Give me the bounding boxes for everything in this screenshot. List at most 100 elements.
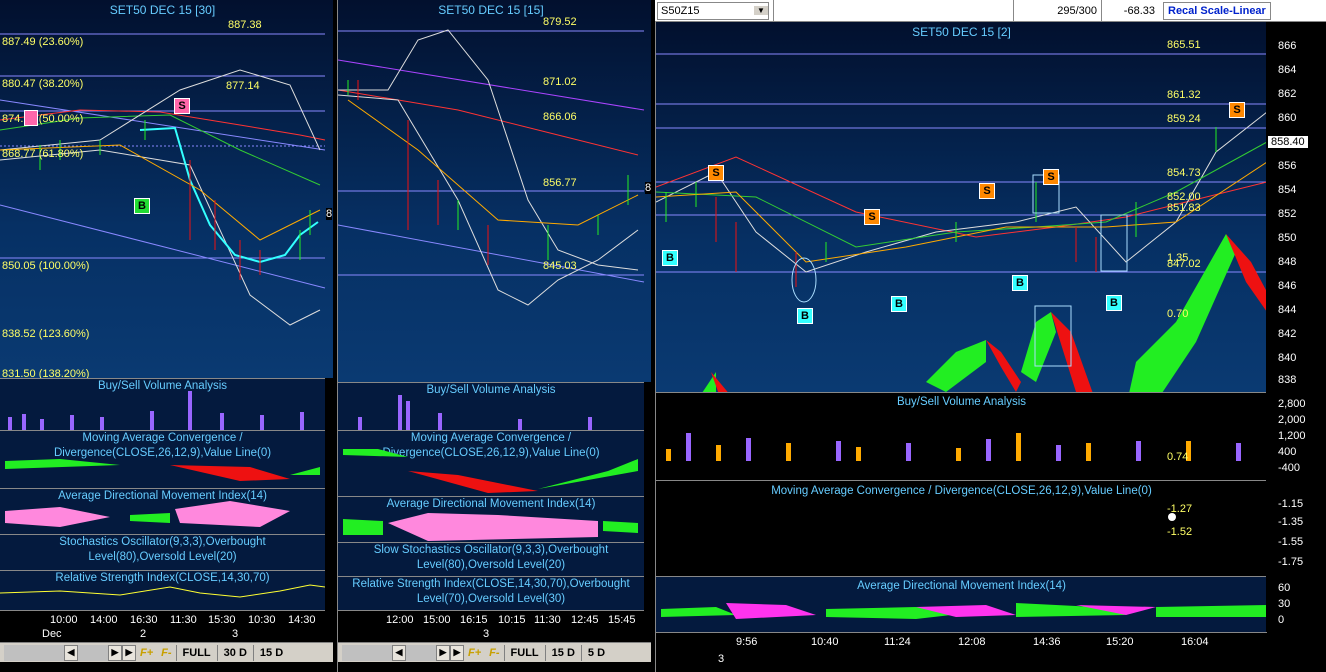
zoom-out-button[interactable]: F- <box>485 647 503 659</box>
sell-signal[interactable]: S <box>708 165 724 181</box>
adx-panel[interactable]: Average Directional Movement Index(14) <box>338 496 644 542</box>
time-label: 14:00 <box>90 614 118 626</box>
rsi-plot <box>0 584 325 598</box>
volume-panel[interactable]: Buy/Sell Volume Analysis 0.74 <box>656 392 1267 480</box>
price-level-887-38: 887.38 <box>228 19 262 31</box>
time-label: 12:00 <box>386 614 414 626</box>
macd-panel[interactable]: Moving Average Convergence / Divergence(… <box>338 430 644 496</box>
axis-tick: -1.75 <box>1278 556 1304 568</box>
scroll-track[interactable] <box>342 644 392 661</box>
buy-signal[interactable]: B <box>134 198 150 214</box>
zoom-in-button[interactable]: F+ <box>464 647 485 659</box>
zoom-in-button[interactable]: F+ <box>136 647 157 659</box>
range-15d-button[interactable]: 15 D <box>252 644 289 661</box>
axis-tick: 864 <box>1278 64 1297 76</box>
sell-signal[interactable]: S <box>174 98 190 114</box>
scroll-thumb[interactable] <box>406 644 436 661</box>
axis-tick: 856 <box>1278 160 1297 172</box>
scroll-right-button[interactable]: ▶ <box>108 644 122 661</box>
time-label: 10:30 <box>248 614 276 626</box>
zoom-out-button[interactable]: F- <box>157 647 175 659</box>
time-label: 15:00 <box>423 614 451 626</box>
time-label: 14:36 <box>1033 636 1061 648</box>
stochastics-panel[interactable]: Slow Stochastics Oscillator(9,3,3),Overb… <box>338 542 644 576</box>
time-axis: 12:00 15:00 16:15 10:15 11:30 12:45 15:4… <box>338 610 644 642</box>
buy-signal[interactable]: B <box>1106 295 1122 311</box>
scroll-left-button[interactable]: ◀ <box>64 644 78 661</box>
right-price-chart[interactable]: SET50 DEC 15 [2] 865.51 861.32 859.24 85… <box>656 22 1267 392</box>
volume-label: 0.74 <box>1167 451 1189 463</box>
rsi-panel[interactable]: Relative Strength Index(CLOSE,14,30,70) <box>0 570 325 610</box>
left-price-plot <box>0 33 326 326</box>
full-button[interactable]: FULL <box>175 644 217 661</box>
stochastics-title: Slow Stochastics Oscillator(9,3,3),Overb… <box>373 544 609 571</box>
scroll-end-button[interactable]: ▶ <box>122 644 136 661</box>
time-label: 15:45 <box>608 614 636 626</box>
price-axis[interactable]: 866 864 862 860 858.40 856 854 852 850 8… <box>1266 22 1326 392</box>
left-price-chart[interactable]: SET50 DEC 15 [30] 887.38 887.49 (23.60%)… <box>0 0 333 380</box>
volume-axis: 2,800 2,000 1,200 400 -400 <box>1266 392 1326 480</box>
adx-panel[interactable]: Average Directional Movement Index(14) <box>0 488 325 534</box>
range-15d-button[interactable]: 15 D <box>544 644 581 661</box>
scroll-left-button[interactable]: ◀ <box>392 644 406 661</box>
fib-123-6: 838.52 (123.60%) <box>2 328 90 340</box>
date-label: 3 <box>483 628 490 640</box>
scroll-thumb[interactable] <box>78 644 108 661</box>
middle-chart-pane[interactable]: SET50 DEC 15 [15] 879.52 871.02 866.06 8… <box>337 0 651 672</box>
buy-signal[interactable]: B <box>891 296 907 312</box>
scroll-track[interactable] <box>4 644 64 661</box>
recal-scale-button[interactable]: Recal Scale-Linear <box>1163 1 1271 20</box>
scroll-right-button[interactable]: ▶ <box>436 644 450 661</box>
volume-panel[interactable]: Buy/Sell Volume Analysis <box>338 382 644 431</box>
time-label: 11:30 <box>170 614 197 626</box>
sell-signal[interactable]: S <box>1229 102 1245 118</box>
axis-tick: 862 <box>1278 88 1297 100</box>
full-button[interactable]: FULL <box>503 644 545 661</box>
scroll-end-button[interactable]: ▶ <box>450 644 464 661</box>
middle-price-plot <box>338 29 645 306</box>
axis-tick: 2,800 <box>1278 398 1306 410</box>
adx-plot <box>5 501 290 527</box>
right-header-bar: S50Z15 ▼ 295/300 -68.33 Recal Scale-Linea… <box>655 0 1326 22</box>
date-label: 2 <box>140 628 147 640</box>
price-level: 854.73 <box>1167 167 1201 179</box>
middle-price-chart[interactable]: SET50 DEC 15 [15] 879.52 871.02 866.06 8… <box>338 0 651 382</box>
stochastics-panel[interactable]: Stochastics Oscillator(9,3,3),Overbought… <box>0 534 325 570</box>
axis-tick: 860 <box>1278 112 1297 124</box>
macd-panel[interactable]: Moving Average Convergence / Divergence(… <box>656 480 1267 576</box>
sell-signal[interactable]: S <box>864 209 880 225</box>
symbol-select[interactable]: S50Z15 ▼ <box>657 1 769 20</box>
change-value: -68.33 <box>1101 0 1159 22</box>
time-label: 12:08 <box>958 636 986 648</box>
time-axis: 9:56 10:40 11:24 12:08 14:36 15:20 16:04… <box>656 632 1267 672</box>
axis-tick: -1.55 <box>1278 536 1304 548</box>
range-5d-button[interactable]: 5 D <box>580 644 611 661</box>
sell-signal[interactable]: S <box>979 183 995 199</box>
buy-signal[interactable]: B <box>662 250 678 266</box>
range-30d-button[interactable]: 30 D <box>216 644 253 661</box>
axis-tick: 0 <box>1278 614 1285 626</box>
axis-tick: 848 <box>1278 256 1297 268</box>
macd-panel[interactable]: Moving Average Convergence / Divergence(… <box>0 430 325 488</box>
time-label: 10:15 <box>498 614 526 626</box>
volume-panel[interactable]: Buy/Sell Volume Analysis <box>0 378 325 431</box>
chevron-down-icon[interactable]: ▼ <box>754 6 768 15</box>
axis-tick: 854 <box>1278 184 1297 196</box>
adx-panel[interactable]: Average Directional Movement Index(14) <box>656 576 1267 632</box>
axis-tick: 60 <box>1278 582 1291 594</box>
rsi-panel[interactable]: Relative Strength Index(CLOSE,14,30,70),… <box>338 576 644 610</box>
buy-signal[interactable]: B <box>797 308 813 324</box>
sell-signal[interactable]: S <box>1043 169 1059 185</box>
price-level: 866.06 <box>543 111 577 123</box>
buy-signal[interactable]: B <box>1012 275 1028 291</box>
price-level: 879.52 <box>543 16 577 28</box>
macd-signal-value: -1.52 <box>1167 526 1193 538</box>
sell-signal-marker[interactable] <box>24 110 38 126</box>
left-chart-pane[interactable]: SET50 DEC 15 [30] 887.38 887.49 (23.60%)… <box>0 0 333 672</box>
date-label: 3 <box>718 653 725 665</box>
fib-23-6: 887.49 (23.60%) <box>2 36 84 48</box>
right-chart-pane[interactable]: SET50 DEC 15 [2] 865.51 861.32 859.24 85… <box>655 22 1326 672</box>
price-level: 1.35 <box>1167 252 1189 264</box>
time-label: 16:30 <box>130 614 158 626</box>
price-level: 859.24 <box>1167 113 1201 125</box>
